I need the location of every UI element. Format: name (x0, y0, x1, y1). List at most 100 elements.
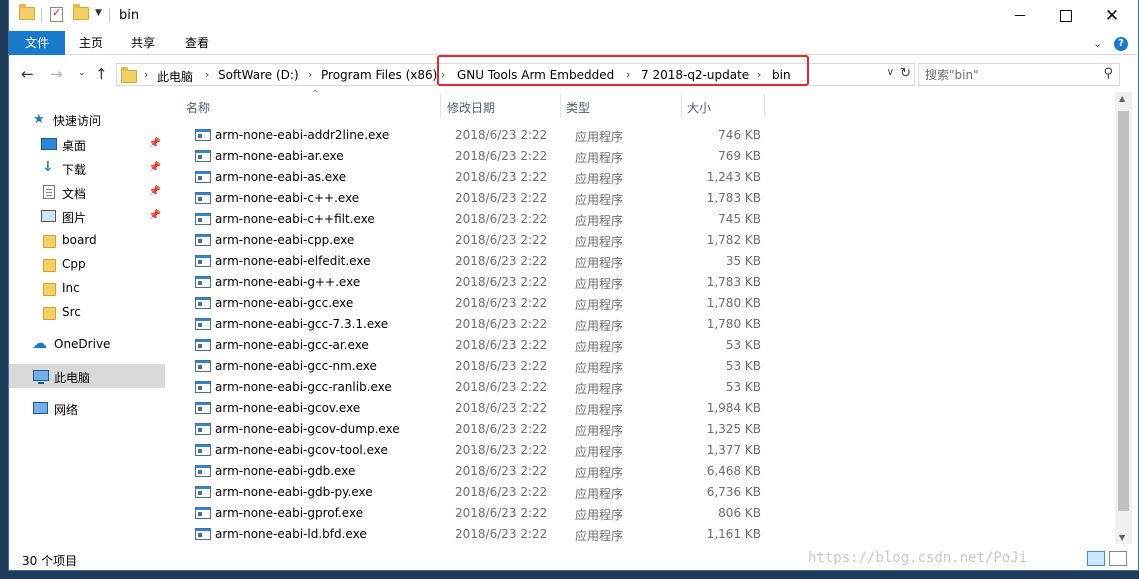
breadcrumb-separator[interactable]: › (626, 68, 630, 81)
file-row[interactable]: arm-none-eabi-gdb.exe 2018/6/23 2:22 应用程序 6… (184, 459, 784, 480)
help-icon[interactable]: ? (1114, 37, 1128, 51)
search-box[interactable]: ⚲ (918, 63, 1120, 86)
nav-desktop[interactable]: 桌面 📌 (9, 132, 165, 156)
nav-folder-cpp[interactable]: Cpp (9, 252, 165, 276)
file-date: 2018/6/23 2:22 (455, 443, 548, 457)
nav-this-pc[interactable]: 此电脑 (9, 364, 165, 388)
file-size: 1,161 KB (706, 527, 761, 541)
pin-icon[interactable]: 📌 (149, 186, 161, 197)
tab-view[interactable]: 查看 (177, 31, 217, 55)
file-row[interactable]: arm-none-eabi-gcc-ranlib.exe 2018/6/23 2:… (184, 375, 784, 396)
breadcrumb-gnu-tools[interactable]: GNU Tools Arm Embedded (457, 68, 614, 82)
file-row[interactable]: arm-none-eabi-gcc-ar.exe 2018/6/23 2:22 应用… (184, 333, 784, 354)
close-button[interactable]: ✕ (1089, 0, 1135, 31)
file-row[interactable]: arm-none-eabi-gcc.exe 2018/6/23 2:22 应用程序 1… (184, 291, 784, 312)
new-folder-icon[interactable] (73, 4, 89, 20)
back-arrow-icon[interactable]: ← (21, 65, 34, 83)
file-size: 1,984 KB (706, 401, 761, 415)
breadcrumb-separator[interactable]: › (308, 68, 312, 81)
search-icon[interactable]: ⚲ (1103, 66, 1113, 81)
column-name[interactable]: 名称 (186, 99, 210, 116)
minimize-button[interactable] (997, 0, 1043, 31)
nav-folder-board[interactable]: board (9, 228, 165, 252)
executable-icon (195, 276, 211, 288)
file-row[interactable]: arm-none-eabi-g++.exe 2018/6/23 2:22 应用程序 1… (184, 270, 784, 291)
file-size: 53 KB (725, 338, 761, 352)
details-view-icon[interactable] (1087, 551, 1105, 566)
breadcrumb-version[interactable]: 7 2018-q2-update (641, 68, 749, 82)
file-row[interactable]: arm-none-eabi-gcov-dump.exe 2018/6/23 2:2… (184, 417, 784, 438)
nav-onedrive[interactable]: ☁ OneDrive (9, 332, 165, 356)
file-row[interactable]: arm-none-eabi-gprof.exe 2018/6/23 2:22 应用程… (184, 501, 784, 522)
nav-folder-inc[interactable]: Inc (9, 276, 165, 300)
tab-share[interactable]: 共享 (123, 31, 163, 55)
breadcrumb-bin[interactable]: bin (772, 68, 791, 82)
file-row[interactable]: arm-none-eabi-as.exe 2018/6/23 2:22 应用程序 1,… (184, 165, 784, 186)
file-row[interactable]: arm-none-eabi-ld.bfd.exe 2018/6/23 2:22 应用… (184, 522, 784, 543)
file-size: 6,468 KB (706, 464, 761, 478)
maximize-button[interactable] (1043, 0, 1089, 31)
file-row[interactable]: arm-none-eabi-c++filt.exe 2018/6/23 2:22 应… (184, 207, 784, 228)
breadcrumb-separator[interactable]: › (441, 68, 445, 81)
column-size[interactable]: 大小 (687, 99, 711, 116)
scroll-down-icon[interactable]: ▼ (1119, 533, 1125, 542)
file-row[interactable]: arm-none-eabi-ar.exe 2018/6/23 2:22 应用程序 76… (184, 144, 784, 165)
scrollbar-thumb[interactable] (1118, 111, 1129, 511)
recent-locations-chevron-icon[interactable]: ⌄ (78, 68, 86, 78)
vertical-scrollbar[interactable]: ▲ ▼ (1115, 92, 1132, 544)
refresh-icon[interactable]: ↻ (900, 66, 911, 81)
file-date: 2018/6/23 2:22 (455, 128, 548, 142)
breadcrumb-separator[interactable]: › (144, 68, 148, 81)
pin-icon[interactable]: 📌 (149, 210, 161, 221)
column-divider[interactable] (440, 94, 441, 118)
file-name: arm-none-eabi-gcc-nm.exe (215, 359, 377, 373)
file-row[interactable]: arm-none-eabi-addr2line.exe 2018/6/23 2:2… (184, 123, 784, 144)
tab-file[interactable]: 文件 (9, 31, 65, 55)
file-list: arm-none-eabi-addr2line.exe 2018/6/23 2:2… (184, 123, 1114, 544)
nav-pictures[interactable]: 图片 📌 (9, 204, 165, 228)
breadcrumb-program-files[interactable]: Program Files (x86) (321, 68, 437, 82)
file-row[interactable]: arm-none-eabi-gcc-nm.exe 2018/6/23 2:22 应用… (184, 354, 784, 375)
pin-icon[interactable]: 📌 (149, 138, 161, 149)
nav-downloads[interactable]: ↓ 下载 📌 (9, 156, 165, 180)
scroll-up-icon[interactable]: ▲ (1119, 94, 1125, 103)
file-row[interactable]: arm-none-eabi-c++.exe 2018/6/23 2:22 应用程序 1… (184, 186, 784, 207)
file-size: 1,783 KB (706, 275, 761, 289)
search-input[interactable] (925, 67, 1095, 83)
file-row[interactable]: arm-none-eabi-gcov-tool.exe 2018/6/23 2:2… (184, 438, 784, 459)
column-divider[interactable] (560, 94, 561, 118)
item-count: 30 个项目 (22, 554, 78, 568)
nav-label: 文档 (62, 187, 87, 201)
column-date[interactable]: 修改日期 (447, 99, 495, 116)
breadcrumb-separator[interactable]: › (757, 68, 761, 81)
tab-home[interactable]: 主页 (71, 31, 111, 55)
file-size: 53 KB (725, 380, 761, 394)
nav-quick-access[interactable]: ★ 快速访问 (9, 108, 165, 132)
nav-documents[interactable]: 文档 📌 (9, 180, 165, 204)
column-type[interactable]: 类型 (566, 99, 590, 116)
column-divider[interactable] (681, 94, 682, 118)
large-icons-view-icon[interactable] (1109, 551, 1127, 566)
breadcrumb-this-pc[interactable]: 此电脑 (157, 68, 193, 85)
up-arrow-icon[interactable]: ↑ (95, 65, 108, 83)
nav-network[interactable]: 网络 (9, 396, 165, 420)
properties-icon[interactable] (50, 6, 63, 22)
breadcrumb-drive[interactable]: SoftWare (D:) (218, 68, 299, 82)
expand-ribbon-chevron-icon[interactable]: ⌄ (1093, 37, 1102, 50)
address-history-chevron-icon[interactable]: ∨ (887, 67, 894, 78)
file-row[interactable]: arm-none-eabi-gdb-py.exe 2018/6/23 2:22 应用… (184, 480, 784, 501)
forward-arrow-icon[interactable]: → (50, 65, 63, 83)
file-date: 2018/6/23 2:22 (455, 485, 548, 499)
file-row[interactable]: arm-none-eabi-elfedit.exe 2018/6/23 2:22 应… (184, 249, 784, 270)
customize-toolbar-chevron-icon[interactable]: ▼ (95, 8, 102, 18)
pin-icon[interactable]: 📌 (149, 162, 161, 173)
breadcrumb-separator[interactable]: › (205, 68, 209, 81)
executable-icon (195, 465, 211, 477)
file-row[interactable]: arm-none-eabi-gcov.exe 2018/6/23 2:22 应用程序… (184, 396, 784, 417)
navigation-bar: ← → ⌄ ↑ › 此电脑 › SoftWare (D:) › Program … (9, 56, 1138, 92)
column-divider[interactable] (764, 94, 765, 118)
file-row[interactable]: arm-none-eabi-cpp.exe 2018/6/23 2:22 应用程序 1… (184, 228, 784, 249)
file-row[interactable]: arm-none-eabi-gcc-7.3.1.exe 2018/6/23 2:2… (184, 312, 784, 333)
nav-folder-src[interactable]: Src (9, 300, 165, 324)
address-bar[interactable]: › 此电脑 › SoftWare (D:) › Program Files (x… (116, 63, 915, 86)
